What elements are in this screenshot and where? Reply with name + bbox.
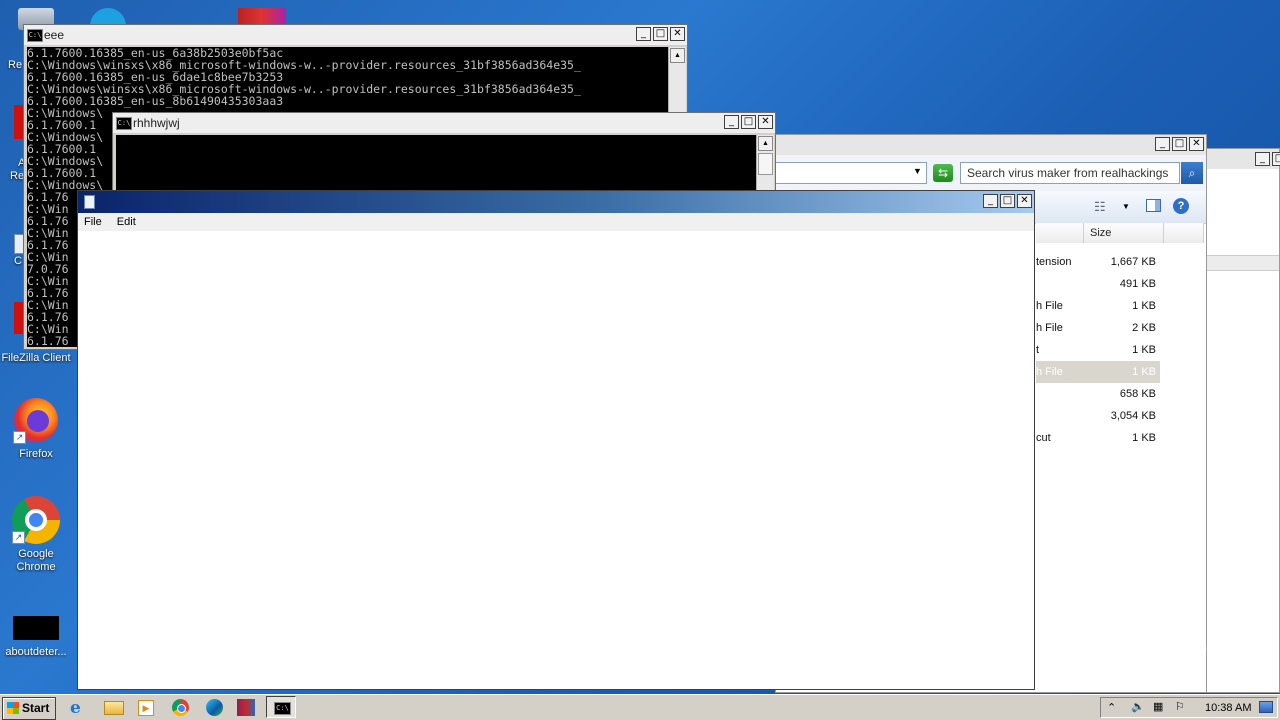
scroll-up-arrow-icon[interactable]: ▲ <box>758 136 773 151</box>
show-hidden-icons-icon[interactable]: ⌃ <box>1107 701 1116 714</box>
list-item[interactable]: h File 1 KB <box>1036 295 1160 317</box>
close-button[interactable]: ✕ <box>1017 194 1032 208</box>
maximize-button[interactable]: □ <box>1172 137 1187 151</box>
console-icon: C:\ <box>27 29 43 42</box>
close-button[interactable]: ✕ <box>1189 137 1204 151</box>
menu-bar: File Edit <box>78 213 1034 231</box>
desktop-icon-aboutdeter[interactable]: aboutdeter... <box>0 616 72 659</box>
firefox-icon: ↗ <box>13 398 59 444</box>
notepad-window[interactable]: _ □ ✕ File Edit <box>77 190 1035 690</box>
desktop-icon-firefox[interactable]: ↗ Firefox <box>0 398 72 461</box>
desktop-icon-filezilla[interactable]: FileZilla Client <box>0 352 72 365</box>
maximize-button[interactable]: □ <box>653 27 668 41</box>
close-button[interactable]: ✕ <box>758 115 773 129</box>
edge-icon[interactable] <box>206 699 223 716</box>
window-title: eee <box>44 28 65 42</box>
view-options-icon[interactable]: ☷ <box>1094 199 1106 215</box>
shortcut-arrow-icon: ↗ <box>12 531 25 544</box>
help-icon[interactable]: ? <box>1173 198 1189 214</box>
minimize-button[interactable]: _ <box>1155 137 1170 151</box>
vertical-scrollbar[interactable]: ▲ <box>756 135 774 193</box>
title-bar[interactable]: _ □ ✕ <box>78 191 1034 213</box>
scroll-up-arrow-icon[interactable]: ▲ <box>670 48 685 63</box>
desktop-icon-chrome[interactable]: ↗ Google Chrome <box>0 496 72 574</box>
network-icon[interactable]: ▦ <box>1153 700 1163 713</box>
shortcut-arrow-icon: ↗ <box>13 431 26 444</box>
search-input[interactable]: Search virus maker from realhackings <box>960 162 1180 184</box>
console-taskbar-button[interactable]: C:\ <box>266 696 296 718</box>
refresh-icon[interactable]: ⇆ <box>933 164 953 182</box>
minimize-button[interactable]: _ <box>636 27 651 41</box>
list-item[interactable]: cut 1 KB <box>1036 427 1160 449</box>
ie-icon[interactable]: e <box>70 698 90 718</box>
system-tray: ⌃ 🔈 ▦ ⚐ 10:38 AM <box>1100 697 1278 718</box>
desktop-icon-label: aboutdeter... <box>5 646 67 658</box>
minimize-button[interactable]: _ <box>724 115 739 129</box>
folder-icon[interactable] <box>104 701 124 715</box>
list-item-selected[interactable]: h File 1 KB <box>1036 361 1160 383</box>
list-item[interactable]: 3,054 KB <box>1036 405 1160 427</box>
clock[interactable]: 10:38 AM <box>1205 702 1251 714</box>
console-icon: C:\ <box>116 117 132 130</box>
preview-pane-icon[interactable] <box>1146 199 1161 212</box>
start-label: Start <box>22 701 50 715</box>
column-header-type[interactable] <box>1036 223 1084 243</box>
winrar-icon[interactable] <box>237 699 255 716</box>
partial-label: C <box>14 255 22 267</box>
search-placeholder: Search virus maker from realhackings <box>967 166 1169 180</box>
file-thumbnail-icon <box>13 616 59 640</box>
list-item[interactable]: h File 2 KB <box>1036 317 1160 339</box>
console-icon: C:\ <box>274 702 291 715</box>
column-header-size[interactable]: Size <box>1084 223 1164 243</box>
chrome-icon: ↗ <box>12 496 60 544</box>
chrome-icon[interactable] <box>172 699 189 716</box>
desktop-icon-label: FileZilla Client <box>1 352 71 364</box>
windows-logo-icon <box>7 702 19 714</box>
desktop-icon-label: Google Chrome <box>16 548 56 573</box>
maximize-button[interactable]: □ <box>1272 152 1280 166</box>
action-center-flag-icon[interactable]: ⚐ <box>1175 700 1185 713</box>
list-item[interactable]: 658 KB <box>1036 383 1160 405</box>
column-header-extra[interactable] <box>1164 223 1204 243</box>
show-desktop-icon[interactable] <box>1259 701 1273 713</box>
text-area[interactable] <box>78 231 1034 689</box>
minimize-button[interactable]: _ <box>983 194 998 208</box>
maximize-button[interactable]: □ <box>1000 194 1015 208</box>
desktop-icon-label: Firefox <box>19 448 53 460</box>
window-title: rhhhwjwj <box>133 116 180 130</box>
chevron-down-icon[interactable]: ▼ <box>913 166 922 176</box>
winrar-icon[interactable] <box>238 8 286 24</box>
start-button[interactable]: Start <box>2 697 56 720</box>
console-window-rhhhwjwj[interactable]: C:\ rhhhwjwj _ □ ✕ ▲ <box>112 112 776 194</box>
console-line: 6.1.7600.16385_en-us_8b61490435303aa3 <box>27 94 284 108</box>
test-mode-text: Test Mode Windows 7 Build 7601 <box>1211 648 1274 689</box>
list-item[interactable]: t 1 KB <box>1036 339 1160 361</box>
minimize-button[interactable]: _ <box>1255 152 1270 166</box>
partial-label: Re <box>10 170 25 182</box>
taskbar: Start e ▶ C:\ ⌃ 🔈 ▦ ⚐ 10:38 AM <box>0 694 1280 720</box>
media-player-icon[interactable]: ▶ <box>138 700 154 716</box>
console-output[interactable] <box>116 135 756 193</box>
partial-label: Re <box>8 59 23 71</box>
notepad-icon <box>84 195 95 209</box>
list-item[interactable]: tension 1,667 KB <box>1036 251 1160 273</box>
list-item[interactable]: 491 KB <box>1036 273 1160 295</box>
column-header-label: Size <box>1090 227 1112 239</box>
chevron-down-icon[interactable]: ▼ <box>1122 202 1130 211</box>
volume-icon[interactable]: 🔈 <box>1131 700 1145 713</box>
close-button[interactable]: ✕ <box>670 27 685 41</box>
menu-file[interactable]: File <box>78 213 108 231</box>
menu-edit[interactable]: Edit <box>111 213 142 231</box>
search-icon[interactable]: ⌕ <box>1181 162 1203 184</box>
scroll-thumb[interactable] <box>758 153 773 175</box>
maximize-button[interactable]: □ <box>741 115 756 129</box>
address-bar[interactable] <box>775 162 927 184</box>
